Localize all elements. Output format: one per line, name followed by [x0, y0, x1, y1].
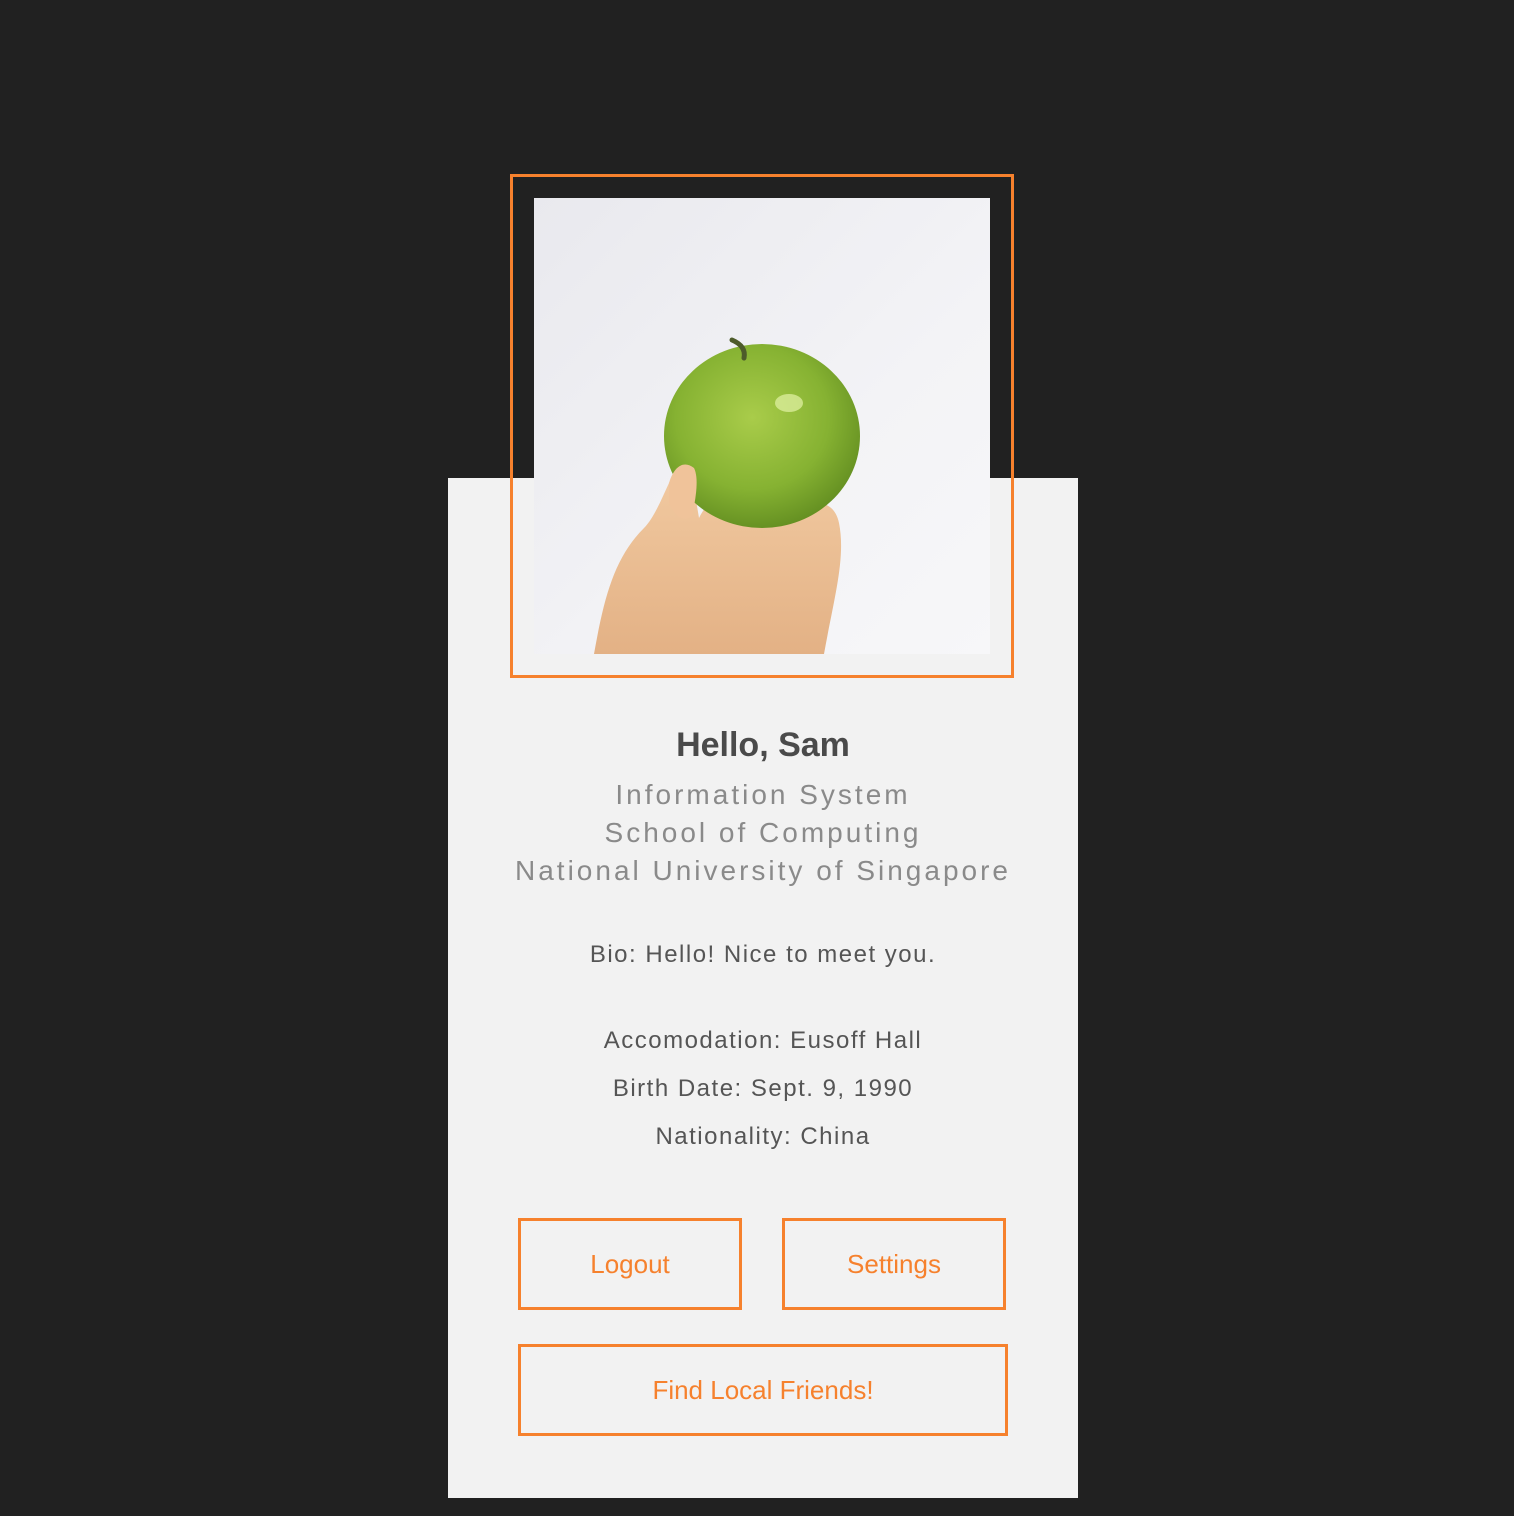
find-local-friends-button[interactable]: Find Local Friends! [518, 1344, 1008, 1436]
profile-major: Information System [615, 779, 911, 810]
profile-nationality: Nationality: China [655, 1123, 871, 1150]
profile-school: School of Computing [604, 817, 922, 848]
profile-birth-date: Birth Date: Sept. 9, 1990 [612, 1075, 914, 1102]
profile-greeting: Hello, Sam [676, 726, 850, 764]
profile-university: National University of Singapore [515, 855, 1011, 886]
settings-button[interactable]: Settings [782, 1218, 1006, 1310]
logout-button[interactable]: Logout [518, 1218, 742, 1310]
profile-bio: Bio: Hello! Nice to meet you. [589, 941, 937, 968]
profile-photo [534, 198, 990, 654]
profile-accommodation: Accomodation: Eusoff Hall [603, 1027, 923, 1054]
